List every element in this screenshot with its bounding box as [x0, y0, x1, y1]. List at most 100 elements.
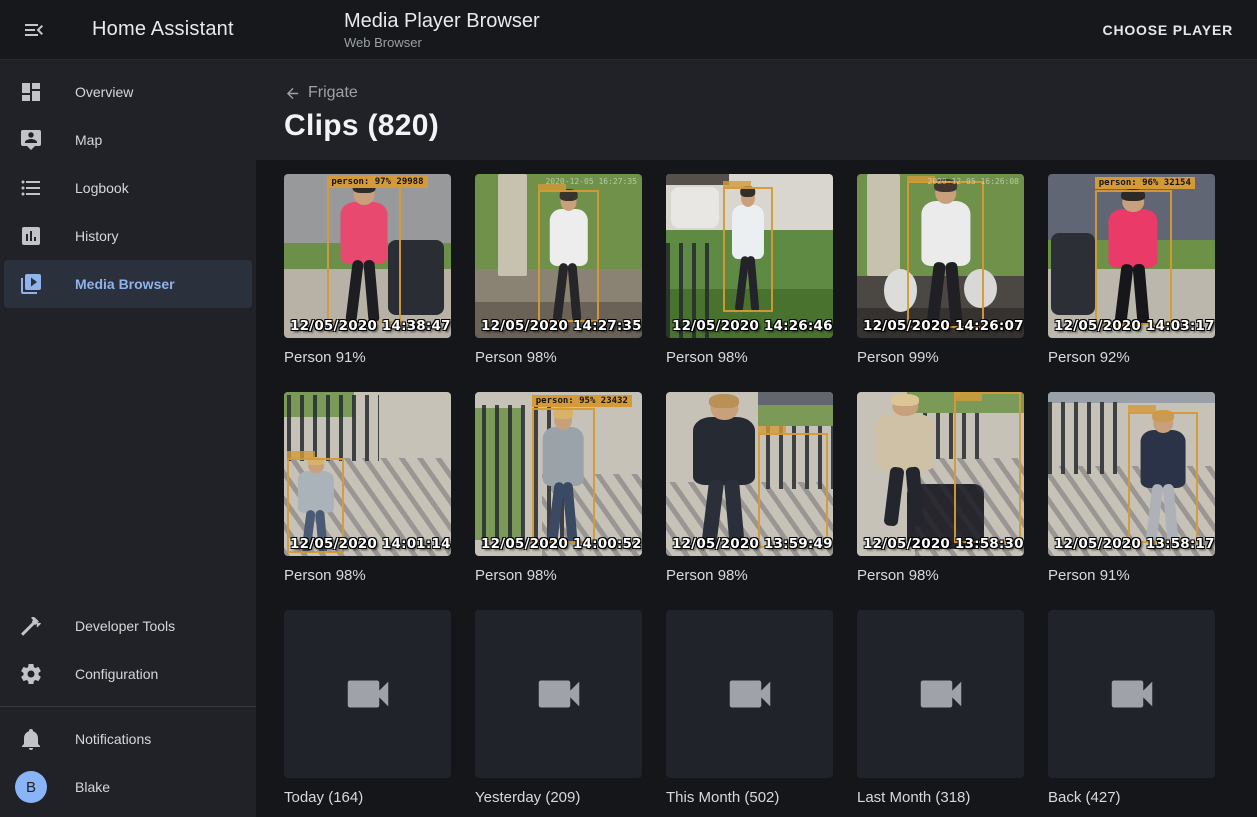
- sidebar-item-overview[interactable]: Overview: [4, 68, 252, 116]
- main-layout: Overview Map Logbook History Media Brows…: [0, 60, 1257, 817]
- clip-tile[interactable]: 12/05/2020 13:59:49 Person 98%: [666, 392, 833, 584]
- media-play-box-icon: [19, 272, 43, 296]
- clip-thumbnail: 12/05/2020 14:26:46: [666, 174, 833, 338]
- clip-thumbnail: 12/05/2020 13:58:17: [1048, 392, 1215, 556]
- sidebar-item-map[interactable]: Map: [4, 116, 252, 164]
- sidebar-item-logbook[interactable]: Logbook: [4, 164, 252, 212]
- clip-tile[interactable]: person: 96% 32154 12/05/2020 14:03:17 Pe…: [1048, 174, 1215, 366]
- clip-thumbnail: 12/05/2020 14:01:14: [284, 392, 451, 556]
- clip-timestamp: 12/05/2020 13:58:17: [1054, 536, 1215, 552]
- detection-mini-chip: [287, 451, 315, 458]
- bell-icon: [19, 727, 43, 751]
- sidebar-item-label: Overview: [75, 84, 133, 100]
- clip-tile[interactable]: 12/05/2020 14:01:14 Person 98%: [284, 392, 451, 584]
- content-body: person: 97% 29988 12/05/2020 14:38:47 Pe…: [256, 160, 1257, 817]
- media-player-browser-title: Media Player Browser: [344, 10, 540, 33]
- folder-tile[interactable]: Yesterday (209): [475, 610, 642, 806]
- clip-tile[interactable]: 12/05/2020 14:26:46 Person 98%: [666, 174, 833, 366]
- clip-caption: Person 98%: [666, 567, 833, 584]
- detection-bounding-box: [1128, 412, 1198, 543]
- clip-tile[interactable]: 12/05/2020 13:58:30 Person 98%: [857, 392, 1024, 584]
- clip-timestamp: 12/05/2020 14:27:35: [481, 318, 642, 334]
- clip-timestamp: 12/05/2020 14:00:52: [481, 536, 642, 552]
- app-bar: Home Assistant Media Player Browser Web …: [0, 0, 1257, 60]
- folder-thumbnail: [857, 610, 1024, 778]
- app-bar-left: Home Assistant: [0, 14, 256, 46]
- folder-tile[interactable]: This Month (502): [666, 610, 833, 806]
- video-camera-icon: [341, 667, 395, 721]
- camera-osd-timestamp: 2020-12-05 16:27:35: [545, 177, 637, 186]
- menu-open-icon: [22, 18, 46, 42]
- sidebar-toggle-button[interactable]: [18, 14, 50, 46]
- logbook-list-icon: [19, 176, 43, 200]
- arrow-left-icon: [284, 85, 308, 102]
- dashboard-icon: [19, 80, 43, 104]
- clip-thumbnail: 2020-12-05 16:26:08 12/05/2020 14:26:07: [857, 174, 1024, 338]
- clip-timestamp: 12/05/2020 14:03:17: [1054, 318, 1215, 334]
- detection-mini-chip: [723, 181, 751, 188]
- detection-label-chip: person: 97% 29988: [327, 176, 427, 188]
- folder-caption: Back (427): [1048, 789, 1215, 806]
- sidebar-item-history[interactable]: History: [4, 212, 252, 260]
- clip-timestamp: 12/05/2020 14:38:47: [290, 318, 451, 334]
- clip-timestamp: 12/05/2020 14:26:07: [863, 318, 1024, 334]
- folder-tile[interactable]: Back (427): [1048, 610, 1215, 806]
- clip-thumbnail: person: 97% 29988 12/05/2020 14:38:47: [284, 174, 451, 338]
- clip-thumbnail: 12/05/2020 13:58:30: [857, 392, 1024, 556]
- sidebar-item-media-browser[interactable]: Media Browser: [4, 260, 252, 308]
- clip-caption: Person 98%: [475, 567, 642, 584]
- sidebar-item-label: Media Browser: [75, 276, 175, 292]
- folder-caption: This Month (502): [666, 789, 833, 806]
- folder-thumbnail: [475, 610, 642, 778]
- sidebar-item-label: Configuration: [75, 666, 158, 682]
- scene-prop: [867, 174, 900, 276]
- breadcrumb[interactable]: Frigate: [284, 84, 358, 102]
- clip-caption: Person 98%: [666, 349, 833, 366]
- sidebar-item-configuration[interactable]: Configuration: [4, 650, 252, 698]
- sidebar-item-label: Map: [75, 132, 102, 148]
- folder-thumbnail: [284, 610, 451, 778]
- detection-bounding-box: [327, 182, 400, 323]
- avatar: B: [15, 771, 47, 803]
- detection-mini-chip: [758, 426, 786, 433]
- sidebar-item-label: Logbook: [75, 180, 129, 196]
- sidebar-item-developer-tools[interactable]: Developer Tools: [4, 602, 252, 650]
- folder-thumbnail: [1048, 610, 1215, 778]
- detection-bounding-box: [532, 408, 595, 542]
- user-name-label: Blake: [75, 779, 110, 795]
- clip-thumbnail: 2020-12-05 16:27:35 12/05/2020 14:27:35: [475, 174, 642, 338]
- clip-caption: Person 98%: [857, 567, 1024, 584]
- sidebar-item-label: Notifications: [75, 731, 151, 747]
- detection-bounding-box: [1095, 190, 1172, 324]
- clip-tile[interactable]: person: 95% 23432 12/05/2020 14:00:52 Pe…: [475, 392, 642, 584]
- clip-tile[interactable]: 12/05/2020 13:58:17 Person 91%: [1048, 392, 1215, 584]
- map-account-icon: [19, 128, 43, 152]
- breadcrumb-label: Frigate: [308, 84, 358, 102]
- clip-tile[interactable]: 2020-12-05 16:27:35 12/05/2020 14:27:35 …: [475, 174, 642, 366]
- sidebar-item-notifications[interactable]: Notifications: [4, 715, 252, 763]
- choose-player-button[interactable]: CHOOSE PLAYER: [1095, 12, 1241, 48]
- video-camera-icon: [914, 667, 968, 721]
- gear-icon: [19, 662, 43, 686]
- sidebar-divider: [0, 706, 256, 707]
- clip-thumbnail: person: 96% 32154 12/05/2020 14:03:17: [1048, 174, 1215, 338]
- detection-label-chip: person: 95% 23432: [532, 395, 632, 407]
- detection-bounding-box: [723, 187, 773, 312]
- folder-tile[interactable]: Last Month (318): [857, 610, 1024, 806]
- detection-bounding-box: [907, 181, 984, 329]
- camera-osd-timestamp: 2020-12-05 16:26:08: [927, 177, 1019, 186]
- sidebar-item-user-profile[interactable]: B Blake: [4, 763, 252, 811]
- scene-prop: [666, 174, 729, 185]
- scene-prop: [671, 187, 719, 228]
- folder-tile[interactable]: Today (164): [284, 610, 451, 806]
- clip-caption: Person 99%: [857, 349, 1024, 366]
- clip-tile[interactable]: 2020-12-05 16:26:08 12/05/2020 14:26:07 …: [857, 174, 1024, 366]
- page-title-block: Media Player Browser Web Browser: [344, 10, 540, 50]
- clip-tile[interactable]: person: 97% 29988 12/05/2020 14:38:47 Pe…: [284, 174, 451, 366]
- media-grid: person: 97% 29988 12/05/2020 14:38:47 Pe…: [284, 174, 1229, 806]
- clip-caption: Person 98%: [284, 567, 451, 584]
- clip-timestamp: 12/05/2020 13:59:49: [672, 536, 833, 552]
- detection-bounding-box: [758, 433, 828, 548]
- folder-caption: Yesterday (209): [475, 789, 642, 806]
- sidebar: Overview Map Logbook History Media Brows…: [0, 60, 256, 817]
